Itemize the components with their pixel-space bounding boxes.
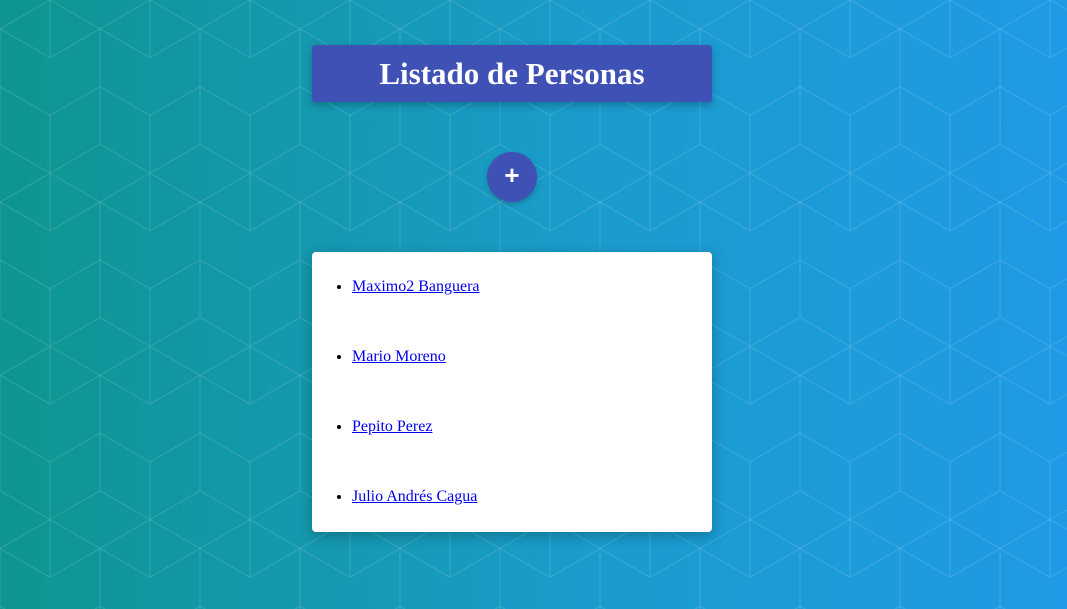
- page-title: Listado de Personas: [379, 56, 645, 91]
- list-item: Pepito Perez: [352, 418, 432, 436]
- list-item: Julio Andrés Cagua: [352, 488, 477, 506]
- person-link[interactable]: Pepito Perez: [352, 418, 432, 435]
- page-header: Listado de Personas: [312, 45, 712, 102]
- person-link[interactable]: Mario Moreno: [352, 348, 446, 365]
- person-list-card: Maximo2 Banguera Mario Moreno Pepito Per…: [312, 252, 712, 532]
- plus-icon: +: [504, 160, 520, 190]
- person-link[interactable]: Maximo2 Banguera: [352, 278, 480, 295]
- list-item: Mario Moreno: [352, 348, 446, 366]
- list-item: Maximo2 Banguera: [352, 278, 480, 296]
- add-person-button[interactable]: +: [487, 152, 537, 202]
- person-link[interactable]: Julio Andrés Cagua: [352, 488, 477, 505]
